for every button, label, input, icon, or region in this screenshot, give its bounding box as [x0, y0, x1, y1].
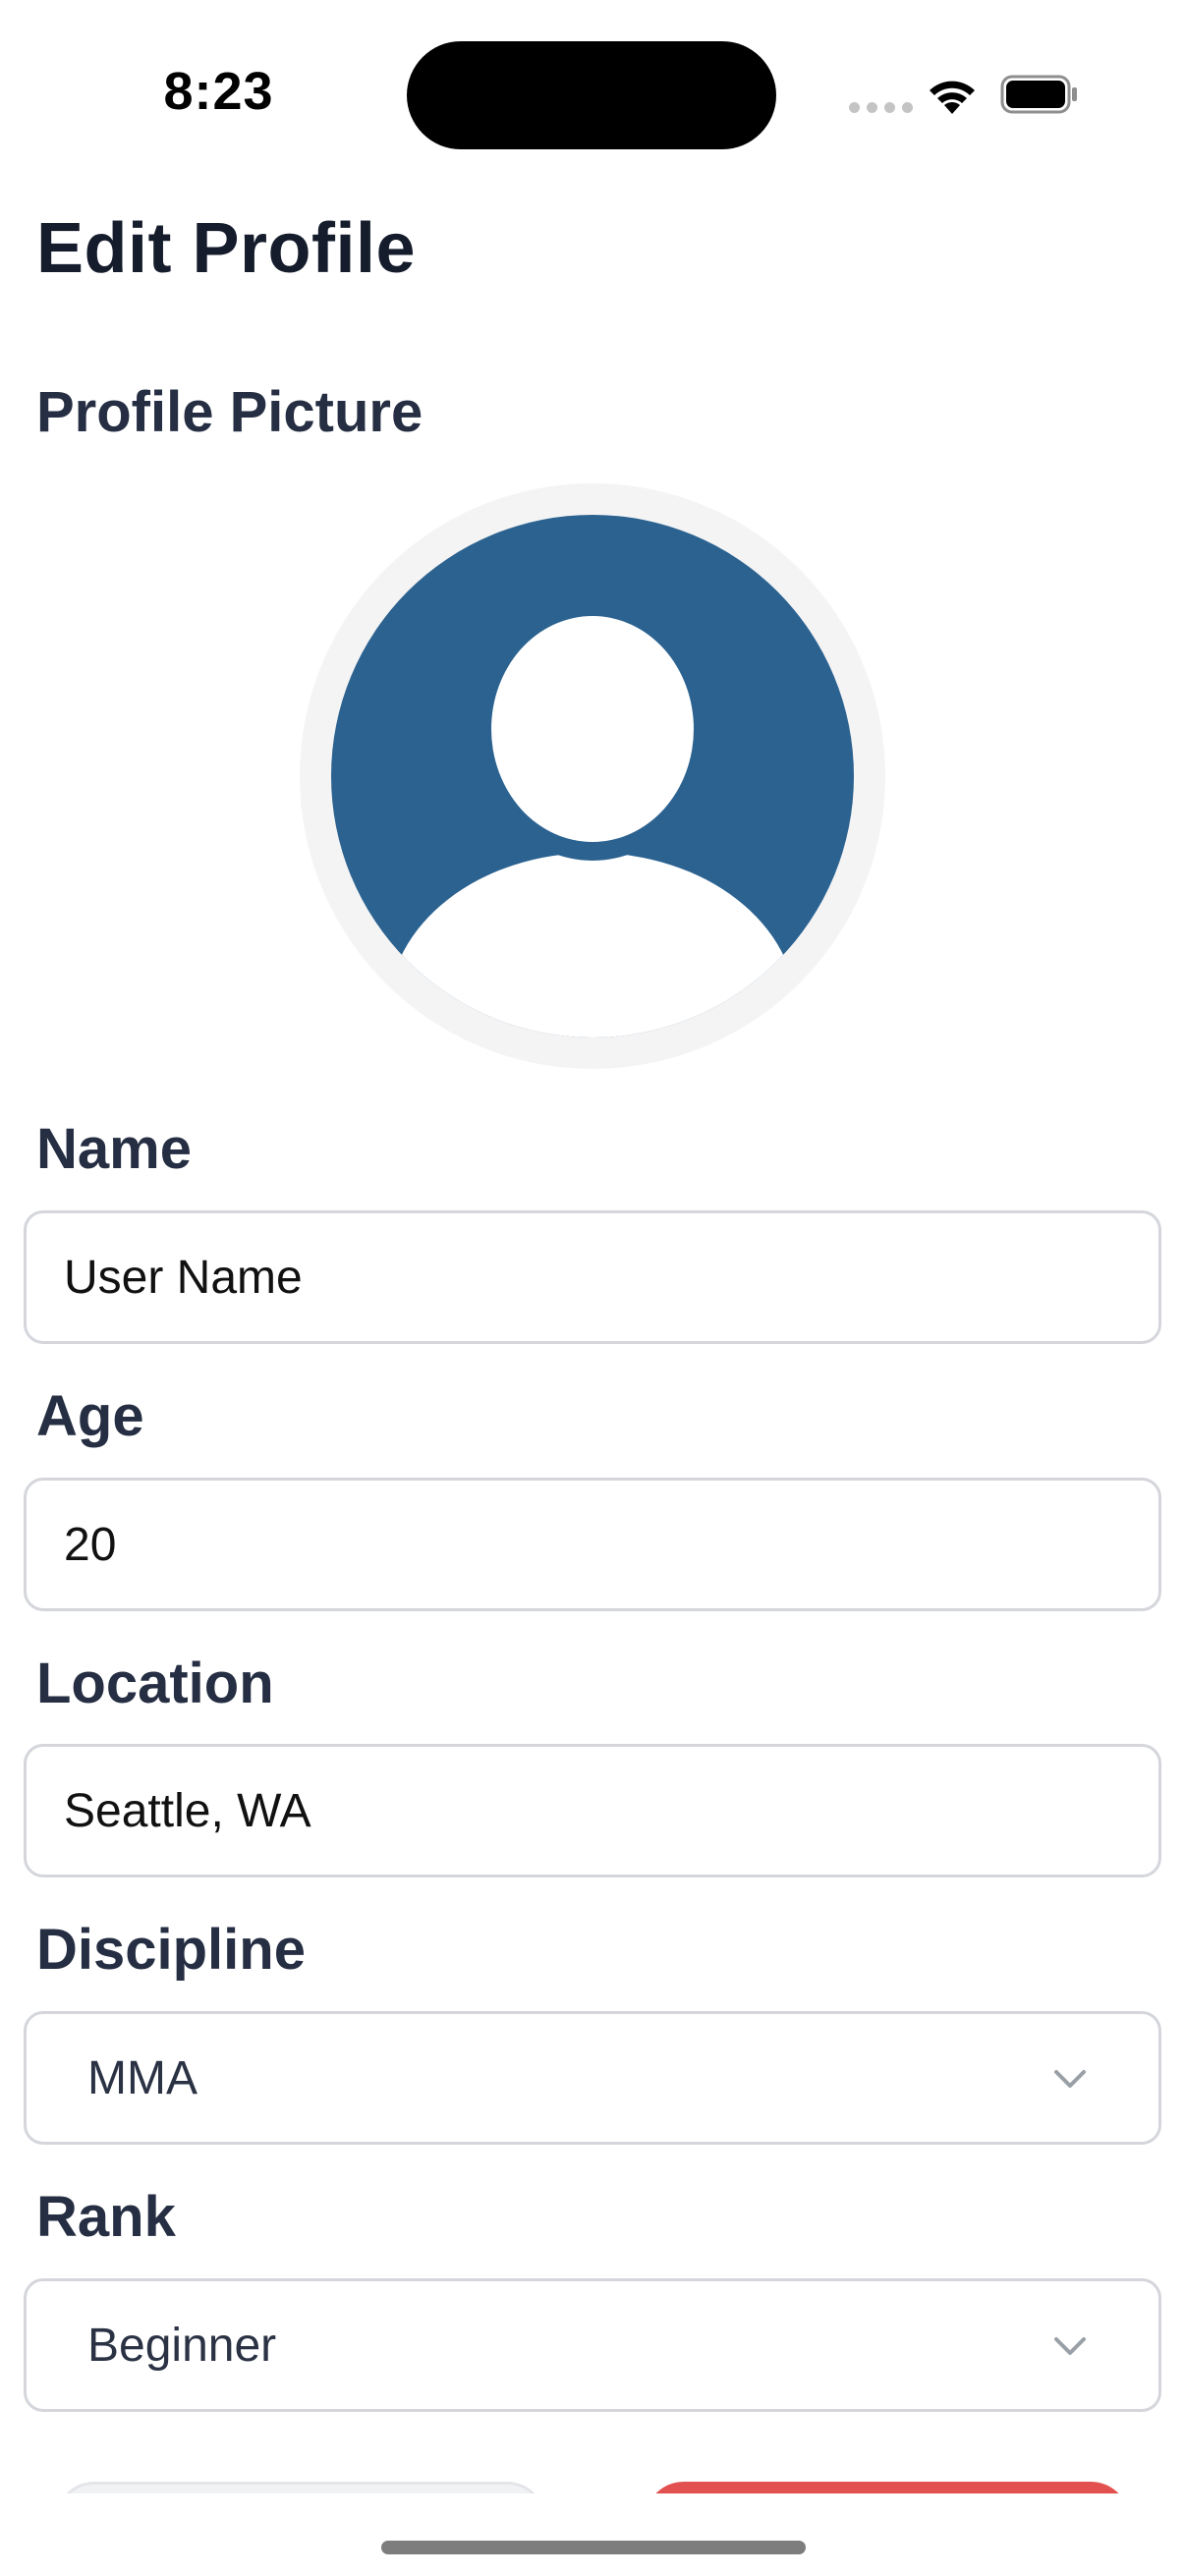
location-label: Location [36, 1652, 274, 1715]
page-title: Edit Profile [36, 209, 417, 288]
status-time: 8:23 [163, 62, 274, 121]
status-bar: 8:23 [0, 0, 1185, 187]
age-label: Age [36, 1384, 144, 1448]
discipline-select-value: MMA [87, 2051, 198, 2104]
cellular-signal-icon [849, 102, 913, 113]
destructive-button[interactable] [645, 2482, 1130, 2493]
rank-label: Rank [36, 2185, 176, 2249]
location-input[interactable]: Seattle, WA [24, 1744, 1161, 1877]
profile-picture-avatar[interactable] [298, 481, 887, 1071]
discipline-select[interactable]: MMA [24, 2011, 1161, 2145]
home-indicator[interactable] [381, 2541, 806, 2554]
dynamic-island [407, 41, 776, 149]
action-buttons-row [0, 2476, 1185, 2493]
discipline-label: Discipline [36, 1918, 306, 1982]
name-input[interactable]: User Name [24, 1210, 1161, 1344]
profile-picture-label: Profile Picture [36, 380, 423, 444]
location-input-value: Seattle, WA [64, 1784, 311, 1837]
rank-select[interactable]: Beginner [24, 2278, 1161, 2412]
battery-icon [1000, 75, 1077, 114]
wifi-icon [930, 81, 975, 114]
default-avatar-icon [300, 483, 885, 1069]
chevron-down-icon [1054, 2070, 1086, 2088]
chevron-down-icon [1054, 2337, 1086, 2355]
name-label: Name [36, 1117, 192, 1181]
age-input-value: 20 [64, 1518, 117, 1571]
age-input[interactable]: 20 [24, 1478, 1161, 1611]
name-input-value: User Name [64, 1251, 303, 1304]
rank-select-value: Beginner [87, 2319, 277, 2372]
cancel-button[interactable] [55, 2482, 546, 2493]
